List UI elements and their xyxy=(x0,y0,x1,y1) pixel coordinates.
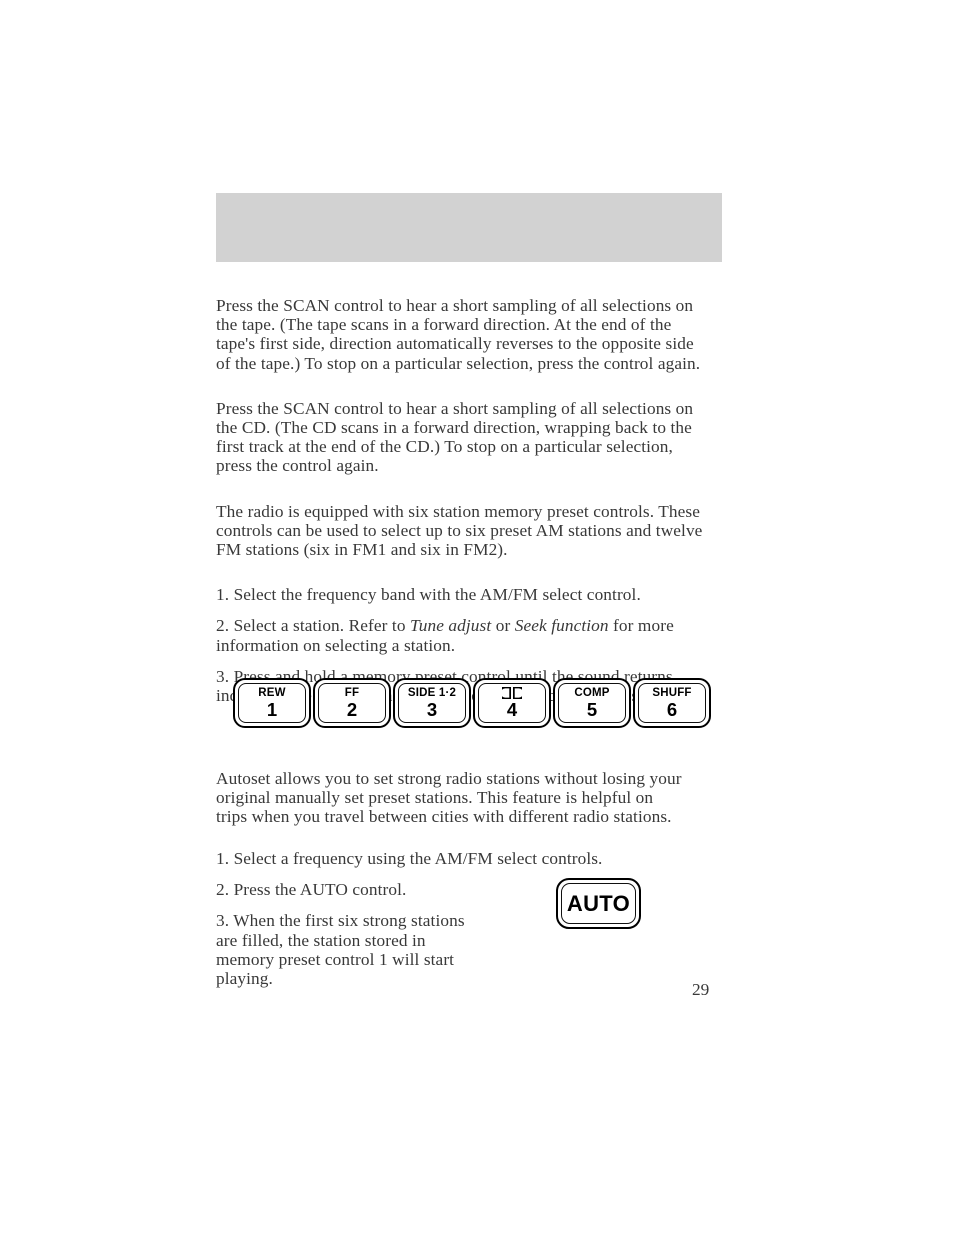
auto-button-label: AUTO xyxy=(566,890,631,916)
autoset-step-1: 1. Select a frequency using the AM/FM se… xyxy=(216,849,603,868)
preset-button-2-face: FF 2 xyxy=(318,683,386,723)
scan-tape-paragraph: Press the SCAN control to hear a short s… xyxy=(216,296,701,373)
preset-button-1[interactable]: REW 1 xyxy=(233,678,311,728)
preset-step-2-text-a: 2. Select a station. Refer to xyxy=(216,616,410,636)
preset-button-1-face: REW 1 xyxy=(238,683,306,723)
autoset-step-3: 3. When the first six strong stations ar… xyxy=(216,911,465,989)
section-heading-band xyxy=(216,193,722,262)
preset-button-4-function-label xyxy=(502,687,522,700)
auto-button[interactable]: AUTO xyxy=(556,878,641,929)
preset-button-5-number: 5 xyxy=(586,698,598,720)
preset-button-4[interactable]: 4 xyxy=(473,678,551,728)
tune-adjust-reference: Tune adjust xyxy=(410,616,492,636)
preset-button-3-number: 3 xyxy=(426,698,438,720)
preset-button-5-face: COMP 5 xyxy=(558,683,626,723)
preset-button-1-function-label: REW xyxy=(258,686,286,699)
preset-button-3[interactable]: SIDE 1·2 3 xyxy=(393,678,471,728)
autoset-paragraph: Autoset allows you to set strong radio s… xyxy=(216,769,682,827)
scan-cd-paragraph: Press the SCAN control to hear a short s… xyxy=(216,398,694,476)
preset-button-6[interactable]: SHUFF 6 xyxy=(633,678,711,728)
seek-function-reference: Seek function xyxy=(514,616,609,636)
preset-step-2-text-b: or xyxy=(491,616,515,636)
preset-button-4-face: 4 xyxy=(478,683,546,723)
preset-button-2-number: 2 xyxy=(346,698,358,720)
preset-button-5-function-label: COMP xyxy=(574,686,610,699)
autoset-steps-block: 1. Select a frequency using the AM/FM se… xyxy=(216,849,716,988)
page-number: 29 xyxy=(692,980,710,999)
preset-button-3-face: SIDE 1·2 3 xyxy=(398,683,466,723)
preset-button-1-number: 1 xyxy=(266,698,278,720)
preset-button-3-function-label: SIDE 1·2 xyxy=(407,686,457,699)
memory-preset-button-row: REW 1 FF 2 SIDE 1·2 3 4 COMP 5 SHUFF 6 xyxy=(233,678,711,728)
preset-step-2: 2. Select a station. Refer to Tune adjus… xyxy=(216,616,712,654)
autoset-intro-block: Autoset allows you to set strong radio s… xyxy=(216,769,688,853)
main-text-column: Press the SCAN control to hear a short s… xyxy=(216,296,712,705)
preset-button-6-face: SHUFF 6 xyxy=(638,683,706,723)
memory-preset-paragraph: The radio is equipped with six station m… xyxy=(216,501,703,560)
preset-button-6-number: 6 xyxy=(666,698,678,720)
preset-button-4-number: 4 xyxy=(506,698,518,720)
preset-step-1: 1. Select the frequency band with the AM… xyxy=(216,585,641,605)
manual-page: Press the SCAN control to hear a short s… xyxy=(0,0,954,1235)
preset-button-6-function-label: SHUFF xyxy=(652,686,692,699)
auto-button-face: AUTO xyxy=(561,883,636,924)
autoset-step-2: 2. Press the AUTO control. xyxy=(216,880,407,900)
preset-button-5[interactable]: COMP 5 xyxy=(553,678,631,728)
preset-button-2-function-label: FF xyxy=(344,686,360,699)
dolby-double-d-icon xyxy=(502,687,522,700)
preset-button-2[interactable]: FF 2 xyxy=(313,678,391,728)
